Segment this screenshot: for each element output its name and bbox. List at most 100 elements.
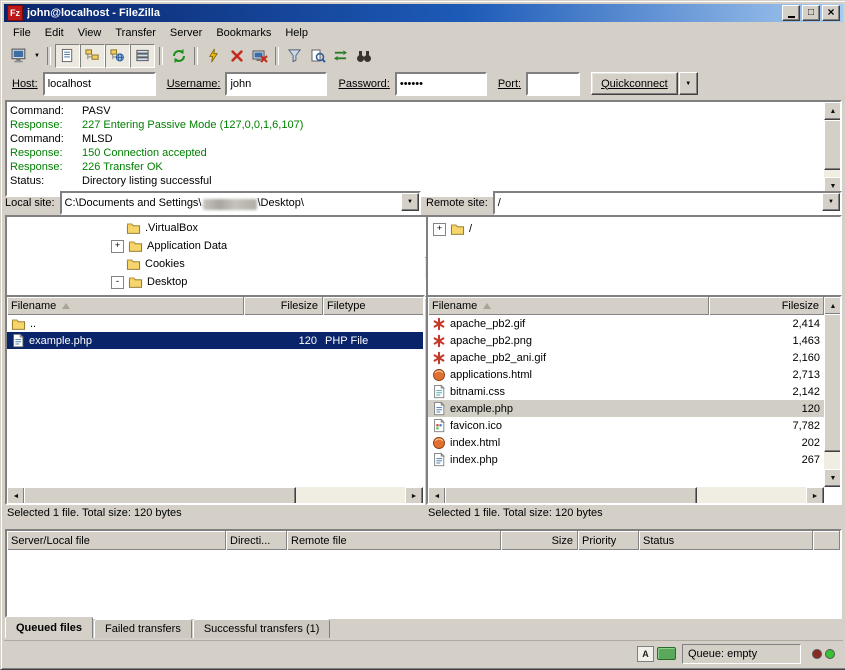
menubar: File Edit View Transfer Server Bookmarks… (4, 22, 843, 43)
tab-failed-transfers[interactable]: Failed transfers (94, 619, 192, 638)
menu-help[interactable]: Help (278, 24, 315, 42)
local-directory-tree: .VirtualBox + Application Data Cookies -… (5, 215, 443, 299)
file-row[interactable]: favicon.ico 7,782 (428, 417, 824, 434)
column-header-size[interactable]: Size (501, 531, 578, 550)
folder-icon (450, 222, 465, 236)
titlebar[interactable]: Fz john@localhost - FileZilla □ × (4, 4, 843, 22)
file-size: 202 (708, 434, 824, 451)
refresh-icon[interactable] (167, 45, 190, 67)
tree-item[interactable]: .VirtualBox (7, 219, 423, 237)
scroll-up-icon[interactable]: ▲ (824, 102, 842, 120)
file-row[interactable]: apache_pb2_ani.gif 2,160 (428, 349, 824, 366)
column-header-filetype[interactable]: Filetype (323, 297, 424, 315)
process-queue-icon[interactable] (202, 45, 225, 67)
quickconnect-button[interactable]: Quickconnect (591, 72, 678, 95)
remote-list-hscrollbar[interactable]: ◄ ► (428, 487, 824, 503)
file-row-selected[interactable]: example.php 120 PHP File 1 (7, 332, 423, 349)
username-input[interactable] (225, 72, 327, 96)
column-label: Filetype (327, 300, 366, 312)
file-size: 2,160 (708, 349, 824, 366)
redacted-username (203, 199, 257, 210)
tab-queued-files[interactable]: Queued files (5, 616, 93, 638)
column-header-priority[interactable]: Priority (578, 531, 639, 550)
log-line-text: MLSD (82, 132, 113, 146)
tree-item-label: Cookies (145, 258, 185, 270)
scroll-down-icon[interactable]: ▼ (824, 469, 842, 487)
expand-icon[interactable]: + (433, 223, 446, 236)
column-header-local-file[interactable]: Server/Local file (7, 531, 226, 550)
password-input[interactable] (395, 72, 487, 96)
css-file-icon (432, 384, 446, 399)
remote-tree-toggle-icon[interactable] (105, 44, 130, 68)
find-icon[interactable] (352, 45, 375, 67)
menu-bookmarks[interactable]: Bookmarks (209, 24, 278, 42)
file-row-selected[interactable]: example.php 120 (428, 400, 824, 417)
encryption-icon[interactable] (657, 647, 676, 660)
disconnect-icon[interactable] (248, 45, 271, 67)
transfer-type-icon[interactable]: A (637, 646, 654, 662)
menu-edit[interactable]: Edit (38, 24, 71, 42)
host-input[interactable] (43, 72, 156, 96)
local-list-hscrollbar[interactable]: ◄ ► (7, 487, 423, 503)
file-row[interactable]: apache_pb2.gif 2,414 (428, 315, 824, 332)
menu-view[interactable]: View (71, 24, 109, 42)
log-line: Command:PASV (10, 104, 820, 118)
site-manager-icon[interactable] (8, 45, 31, 67)
compare-icon[interactable] (306, 45, 329, 67)
column-header-direction[interactable]: Directi... (226, 531, 287, 550)
scrollbar-thumb[interactable] (824, 120, 842, 170)
column-label: Filename (11, 300, 56, 312)
column-header-filename[interactable]: Filename (7, 297, 244, 315)
menu-server[interactable]: Server (163, 24, 209, 42)
file-row-parent-dir[interactable]: .. (7, 315, 423, 332)
local-file-list: Filename Filesize Filetype L .. example.… (5, 295, 425, 505)
file-row[interactable]: index.php 267 (428, 451, 824, 468)
close-button[interactable]: × (822, 5, 840, 21)
file-row[interactable]: apache_pb2.png 1,463 (428, 332, 824, 349)
scroll-up-icon[interactable]: ▲ (824, 297, 842, 315)
port-input[interactable] (526, 72, 580, 96)
column-header-filename[interactable]: Filename (428, 297, 709, 315)
log-toggle-icon[interactable] (55, 44, 80, 68)
file-row[interactable]: bitnami.css 2,142 (428, 383, 824, 400)
filter-icon[interactable] (283, 45, 306, 67)
file-row[interactable]: applications.html 2,713 (428, 366, 824, 383)
column-label: Remote file (291, 535, 347, 547)
local-site-combobox[interactable]: C:\Documents and Settings\\Desktop\ ▼ (60, 191, 421, 215)
column-header-filesize[interactable]: Filesize (244, 297, 323, 315)
remote-list-scrollbar[interactable]: ▲ ▼ (824, 297, 840, 487)
scrollbar-thumb[interactable] (824, 314, 842, 452)
minimize-button[interactable] (782, 5, 800, 21)
menu-file[interactable]: File (6, 24, 38, 42)
remote-site-combobox[interactable]: / ▼ (493, 191, 842, 215)
column-header-remote-file[interactable]: Remote file (287, 531, 501, 550)
column-header-lastmodified[interactable]: L (424, 297, 425, 315)
tab-successful-transfers[interactable]: Successful transfers (1) (193, 619, 331, 638)
minimize-icon (788, 16, 795, 18)
column-label: Status (643, 535, 674, 547)
file-row[interactable]: index.html 202 (428, 434, 824, 451)
tree-item[interactable]: + / (428, 220, 840, 238)
remote-site-dropdown-icon[interactable]: ▼ (822, 193, 840, 211)
collapse-icon[interactable]: - (111, 276, 124, 289)
local-tree-toggle-icon[interactable] (80, 44, 105, 68)
password-label: Password: (338, 78, 389, 90)
menu-transfer[interactable]: Transfer (108, 24, 163, 42)
queue-toggle-icon[interactable] (130, 44, 155, 68)
maximize-button[interactable]: □ (802, 5, 820, 21)
log-line-type: Response: (10, 146, 82, 160)
expand-icon[interactable]: + (111, 240, 124, 253)
tree-item[interactable]: - Desktop (7, 273, 423, 291)
column-header-status[interactable]: Status (639, 531, 813, 550)
quickconnect-dropdown-icon[interactable]: ▼ (679, 72, 698, 95)
tree-item[interactable]: Cookies (7, 255, 423, 273)
column-header-filesize[interactable]: Filesize (709, 297, 824, 315)
log-scrollbar[interactable]: ▲ ▼ (824, 102, 840, 195)
local-site-dropdown-icon[interactable]: ▼ (401, 193, 419, 211)
sync-browsing-icon[interactable] (329, 45, 352, 67)
site-manager-dropdown-icon[interactable]: ▼ (31, 45, 43, 67)
tree-item[interactable]: + Application Data (7, 237, 423, 255)
column-label: Filesize (281, 300, 318, 312)
local-selection-status: Selected 1 file. Total size: 120 bytes (5, 503, 423, 523)
cancel-icon[interactable] (225, 45, 248, 67)
